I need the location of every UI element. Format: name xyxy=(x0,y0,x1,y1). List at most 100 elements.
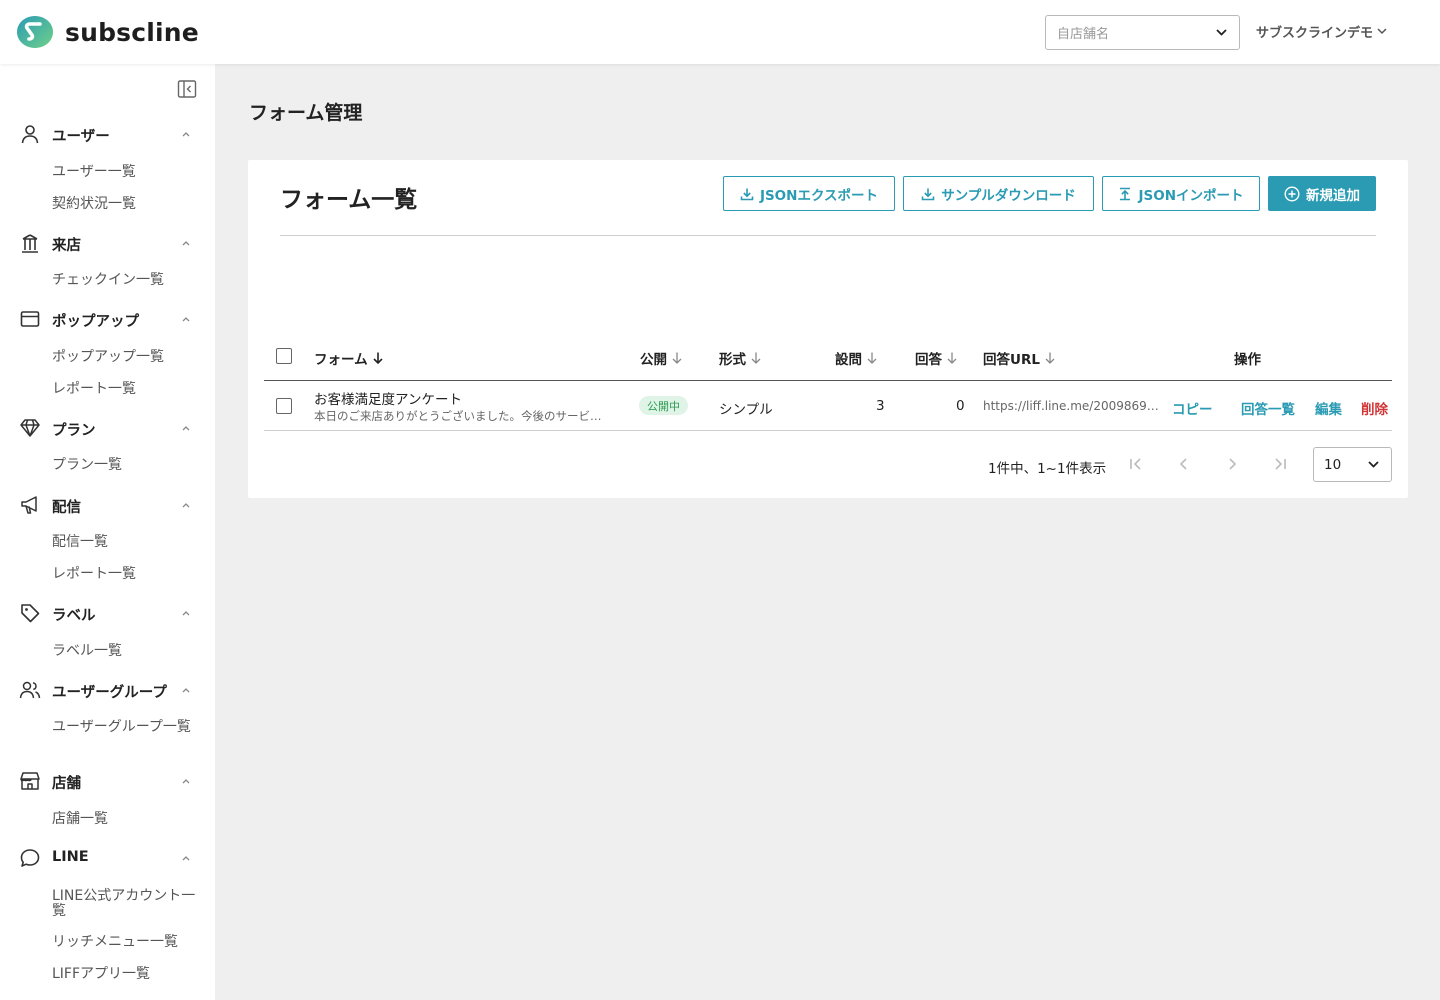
delete-button[interactable]: 削除 xyxy=(1361,398,1388,418)
chevron-up-icon xyxy=(182,688,190,693)
chevron-up-icon xyxy=(182,132,190,137)
chevron-up-icon xyxy=(182,503,190,508)
download-icon xyxy=(921,188,935,200)
rows-per-page-select[interactable]: 10 xyxy=(1313,447,1392,482)
answer-count: 0 xyxy=(956,398,965,414)
add-new-label: 新規追加 xyxy=(1306,187,1360,204)
column-header-label: 形式 xyxy=(719,352,746,368)
rows-per-page-value: 10 xyxy=(1324,456,1342,473)
last-page-icon[interactable] xyxy=(1271,455,1289,473)
sample-download-button[interactable]: サンプルダウンロード xyxy=(903,176,1094,211)
store-select-placeholder: 自店舗名 xyxy=(1057,27,1110,42)
chat-bubble-icon xyxy=(20,849,40,867)
sidebar: ユーザー ユーザー一覧 契約状況一覧 来店 チェックイン一覧 ポップアップ ポッ… xyxy=(0,64,215,1000)
chevron-up-icon xyxy=(182,317,190,322)
sidebar-item-checkin-list[interactable]: チェックイン一覧 xyxy=(52,273,202,288)
table-row-divider xyxy=(264,430,1392,431)
json-export-button[interactable]: JSONエクスポート xyxy=(723,176,895,211)
sidebar-group-popup[interactable]: ポップアップ xyxy=(0,306,215,332)
logo-mark-icon xyxy=(17,16,53,48)
column-header-published[interactable]: 公開 xyxy=(640,348,683,368)
sort-arrow-down-icon xyxy=(751,352,761,364)
sidebar-item-plan-list[interactable]: プラン一覧 xyxy=(52,458,202,473)
building-icon xyxy=(22,234,38,253)
json-import-label: JSONインポート xyxy=(1138,187,1244,204)
sidebar-group-label-tags[interactable]: ラベル xyxy=(0,600,215,626)
user-menu[interactable]: サブスクラインデモ xyxy=(1256,22,1387,41)
sidebar-item-delivery-report[interactable]: レポート一覧 xyxy=(52,567,202,582)
sort-arrow-down-icon xyxy=(867,352,877,364)
diamond-icon xyxy=(20,419,40,437)
download-icon xyxy=(740,188,754,200)
first-page-icon[interactable] xyxy=(1127,455,1145,473)
sidebar-item-label-list[interactable]: ラベル一覧 xyxy=(52,644,202,659)
sidebar-group-label: プラン xyxy=(52,423,96,439)
sidebar-item-contract-status[interactable]: 契約状況一覧 xyxy=(52,197,202,212)
sample-download-label: サンプルダウンロード xyxy=(941,187,1076,204)
chevron-down-icon xyxy=(1377,28,1387,35)
sidebar-group-label: ユーザーグループ xyxy=(52,685,167,701)
chevron-up-icon xyxy=(182,779,190,784)
chevron-up-icon xyxy=(182,426,190,431)
row-checkbox[interactable] xyxy=(276,398,292,414)
answer-list-button[interactable]: 回答一覧 xyxy=(1241,398,1295,418)
brand-logo[interactable]: subscline xyxy=(16,15,199,49)
edit-button[interactable]: 編集 xyxy=(1315,398,1342,418)
sidebar-item-store-list[interactable]: 店舗一覧 xyxy=(52,812,202,827)
megaphone-icon xyxy=(21,496,37,514)
column-header-label: 公開 xyxy=(640,352,667,368)
status-badge: 公開中 xyxy=(639,396,688,415)
sidebar-item-popup-report[interactable]: レポート一覧 xyxy=(52,382,202,397)
previous-page-icon[interactable] xyxy=(1175,455,1193,473)
sidebar-group-visit[interactable]: 来店 xyxy=(0,230,215,256)
top-header: subscline 自店舗名 サブスクラインデモ xyxy=(0,0,1440,64)
user-name: サブスクラインデモ xyxy=(1256,26,1374,41)
column-header-label: 回答URL xyxy=(983,352,1040,368)
form-description: 本日のご来店ありがとうございました。今後のサービ… xyxy=(314,409,602,423)
sidebar-item-rich-menu-list[interactable]: リッチメニュー一覧 xyxy=(52,935,202,950)
chevron-up-icon xyxy=(182,611,190,616)
column-header-answer-url[interactable]: 回答URL xyxy=(983,348,1056,368)
sidebar-group-user-group[interactable]: ユーザーグループ xyxy=(0,677,215,703)
sidebar-group-plan[interactable]: プラン xyxy=(0,415,215,441)
sidebar-group-delivery[interactable]: 配信 xyxy=(0,492,215,518)
sidebar-group-line[interactable]: LINE xyxy=(0,845,215,871)
sidebar-group-label: ポップアップ xyxy=(52,314,139,330)
sidebar-group-label: 来店 xyxy=(52,238,81,254)
sort-arrow-down-icon xyxy=(1045,352,1055,364)
add-new-button[interactable]: 新規追加 xyxy=(1268,176,1376,211)
copy-url-button[interactable]: コピー xyxy=(1172,398,1213,418)
column-header-answers[interactable]: 回答 xyxy=(915,348,958,368)
tag-icon xyxy=(21,604,40,623)
person-icon xyxy=(21,125,39,144)
column-header-actions: 操作 xyxy=(1234,348,1261,368)
sidebar-item-user-list[interactable]: ユーザー一覧 xyxy=(52,165,202,180)
sidebar-collapse-icon[interactable] xyxy=(177,79,197,99)
sidebar-group-user[interactable]: ユーザー xyxy=(0,121,215,147)
column-header-label: 設問 xyxy=(835,352,862,368)
column-header-label: 操作 xyxy=(1234,352,1261,368)
sidebar-item-liff-app-list[interactable]: LIFFアプリ一覧 xyxy=(52,967,202,982)
sidebar-item-line-official-account-list[interactable]: LINE公式アカウント一覧 xyxy=(52,889,202,919)
column-header-form[interactable]: フォーム xyxy=(314,348,384,368)
select-all-checkbox[interactable] xyxy=(276,348,292,364)
store-select[interactable]: 自店舗名 xyxy=(1045,15,1240,50)
people-icon xyxy=(19,681,41,699)
sidebar-item-popup-list[interactable]: ポップアップ一覧 xyxy=(52,350,202,365)
sidebar-item-user-group-list[interactable]: ユーザーグループ一覧 xyxy=(52,720,202,735)
next-page-icon[interactable] xyxy=(1223,455,1241,473)
column-header-questions[interactable]: 設問 xyxy=(835,348,878,368)
form-name: お客様満足度アンケート xyxy=(314,392,462,408)
sidebar-group-store[interactable]: 店舗 xyxy=(0,768,215,794)
column-header-format[interactable]: 形式 xyxy=(719,348,762,368)
column-header-label: フォーム xyxy=(314,352,368,368)
column-header-label: 回答 xyxy=(915,352,942,368)
sidebar-group-label: 店舗 xyxy=(52,776,81,792)
chevron-up-icon xyxy=(182,241,190,246)
pagination-info: 1件中、1~1件表示 xyxy=(988,461,1107,477)
sidebar-item-delivery-list[interactable]: 配信一覧 xyxy=(52,535,202,550)
table-header-divider xyxy=(264,380,1392,381)
json-import-button[interactable]: JSONインポート xyxy=(1102,176,1260,211)
chevron-up-icon xyxy=(182,856,190,861)
sort-arrow-down-icon xyxy=(373,352,383,365)
